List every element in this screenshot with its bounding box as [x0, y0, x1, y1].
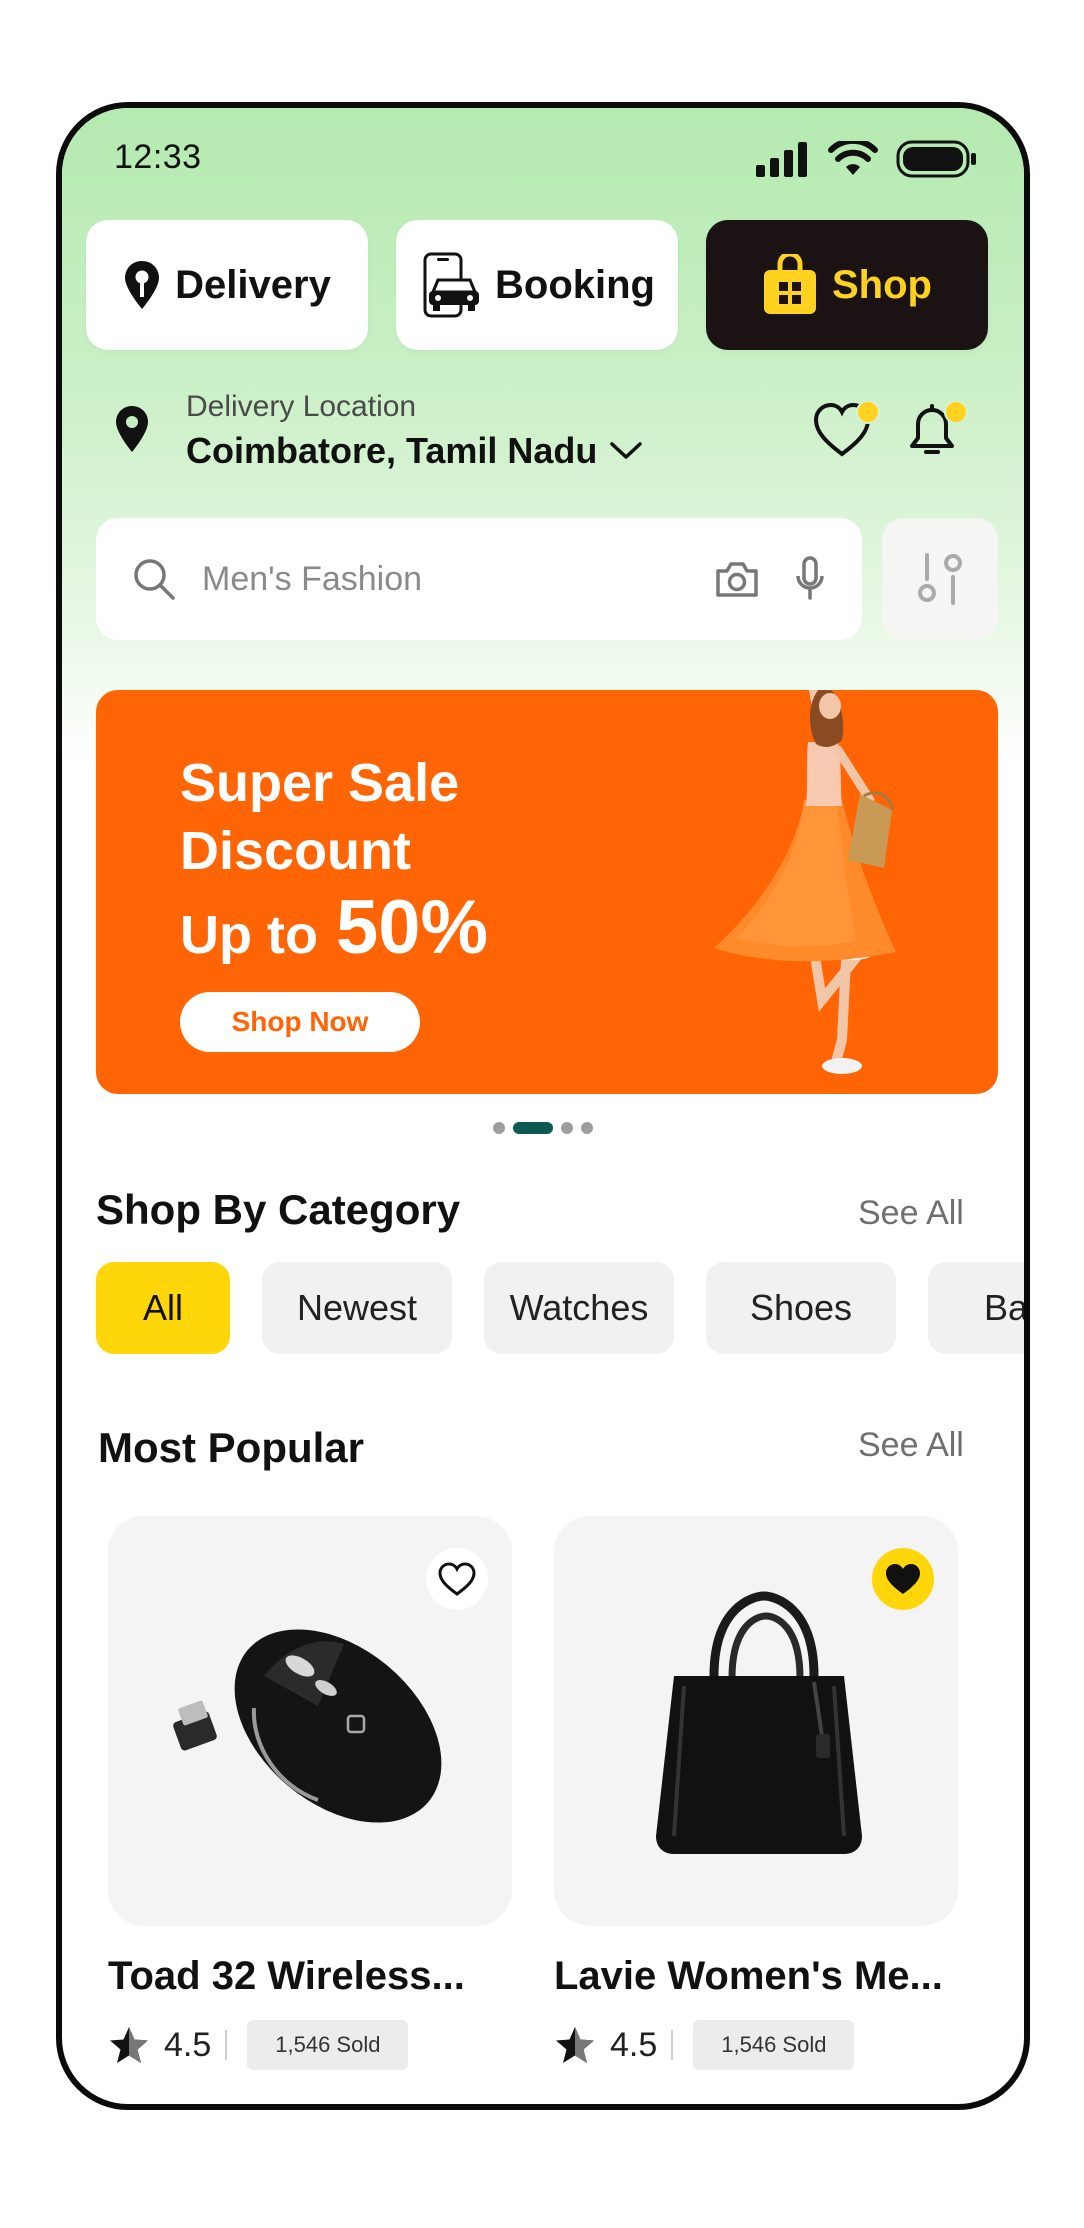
- wireless-mouse-image: [173, 1629, 442, 1823]
- tab-shop[interactable]: Shop: [706, 220, 988, 350]
- chip-all[interactable]: All: [96, 1262, 230, 1354]
- search-input[interactable]: Men's Fashion: [202, 560, 714, 599]
- banner-discount-prefix: Up to: [180, 905, 318, 965]
- shop-now-button[interactable]: Shop Now: [180, 992, 420, 1052]
- section-title-popular: Most Popular: [98, 1424, 365, 1471]
- tab-booking-label: Booking: [495, 262, 655, 307]
- filter-icon: [918, 553, 962, 605]
- filter-button[interactable]: [882, 518, 998, 640]
- promo-banner[interactable]: Super Sale Discount Up to 50% Shop Now: [96, 690, 998, 1094]
- bell-icon: [910, 400, 968, 454]
- status-time: 12:33: [114, 138, 202, 176]
- chip-bags[interactable]: Ba: [928, 1262, 1024, 1354]
- heart-filled-icon: [886, 1564, 920, 1594]
- carousel-dot-active[interactable]: [513, 1122, 553, 1134]
- divider: [671, 2030, 674, 2060]
- phone-frame: 12:33 Delivery Booking Shop Delivery Loc…: [56, 102, 1030, 2110]
- chip-newest[interactable]: Newest: [262, 1262, 452, 1354]
- tab-shop-label: Shop: [832, 262, 932, 307]
- carousel-indicator: [62, 1122, 1024, 1134]
- carousel-dot[interactable]: [493, 1122, 505, 1134]
- wifi-icon: [828, 141, 878, 175]
- tab-delivery[interactable]: Delivery: [86, 220, 368, 350]
- signal-icon: [756, 142, 807, 177]
- see-all-popular-link[interactable]: See All: [858, 1426, 964, 1465]
- status-icons: [754, 140, 978, 178]
- divider: [225, 2030, 228, 2060]
- tab-booking[interactable]: Booking: [396, 220, 678, 350]
- handbag-image: [656, 1591, 862, 1854]
- chip-watches[interactable]: Watches: [484, 1262, 674, 1354]
- battery-icon: [896, 140, 976, 178]
- category-chips: All Newest Watches Shoes Ba: [96, 1262, 1024, 1354]
- see-all-categories-link[interactable]: See All: [858, 1194, 964, 1233]
- product-card-image[interactable]: [108, 1516, 512, 1926]
- section-title-category: Shop By Category: [96, 1186, 461, 1233]
- fashion-model-image: [714, 690, 896, 1074]
- carousel-dot[interactable]: [561, 1122, 573, 1134]
- shopping-bag-icon: [764, 254, 816, 314]
- star-icon: [110, 2027, 148, 2063]
- product-meta: 4.5 1,546 Sold: [108, 2020, 409, 2070]
- star-icon: [556, 2027, 594, 2063]
- camera-icon[interactable]: [714, 559, 760, 599]
- product-sold-badge: 1,546 Sold: [693, 2020, 855, 2070]
- carousel-dot[interactable]: [581, 1122, 593, 1134]
- tab-delivery-label: Delivery: [175, 262, 331, 307]
- wishlist-button[interactable]: [812, 398, 882, 467]
- microphone-icon[interactable]: [794, 556, 826, 602]
- banner-title-line2: Discount: [180, 821, 412, 881]
- location-marker-icon: [116, 406, 148, 452]
- product-sold-badge: 1,546 Sold: [247, 2020, 409, 2070]
- notifications-button[interactable]: [902, 398, 972, 469]
- product-rating: 4.5: [610, 2025, 658, 2064]
- location-pin-icon: [125, 261, 160, 309]
- banner-discount-value: 50%: [335, 885, 489, 970]
- product-rating: 4.5: [164, 2025, 212, 2064]
- delivery-location-value: Coimbatore, Tamil Nadu: [186, 430, 598, 471]
- delivery-location-label: Delivery Location: [186, 390, 417, 423]
- product-card-image[interactable]: [554, 1516, 958, 1926]
- car-phone-icon: [423, 252, 479, 318]
- product-meta: 4.5 1,546 Sold: [554, 2020, 855, 2070]
- search-bar[interactable]: Men's Fashion: [96, 518, 862, 640]
- heart-outline-icon: [438, 1562, 476, 1596]
- chip-shoes[interactable]: Shoes: [706, 1262, 896, 1354]
- favorite-button[interactable]: [872, 1548, 934, 1610]
- product-name[interactable]: Toad 32 Wireless...: [108, 1954, 465, 1999]
- delivery-location-selector[interactable]: Coimbatore, Tamil Nadu: [186, 430, 643, 472]
- product-name[interactable]: Lavie Women's Me...: [554, 1954, 943, 1999]
- banner-discount: Up to 50%: [180, 884, 488, 971]
- search-icon: [134, 559, 175, 600]
- heart-icon: [813, 400, 880, 457]
- banner-title-line1: Super Sale: [180, 753, 460, 813]
- chevron-down-icon: [610, 442, 643, 459]
